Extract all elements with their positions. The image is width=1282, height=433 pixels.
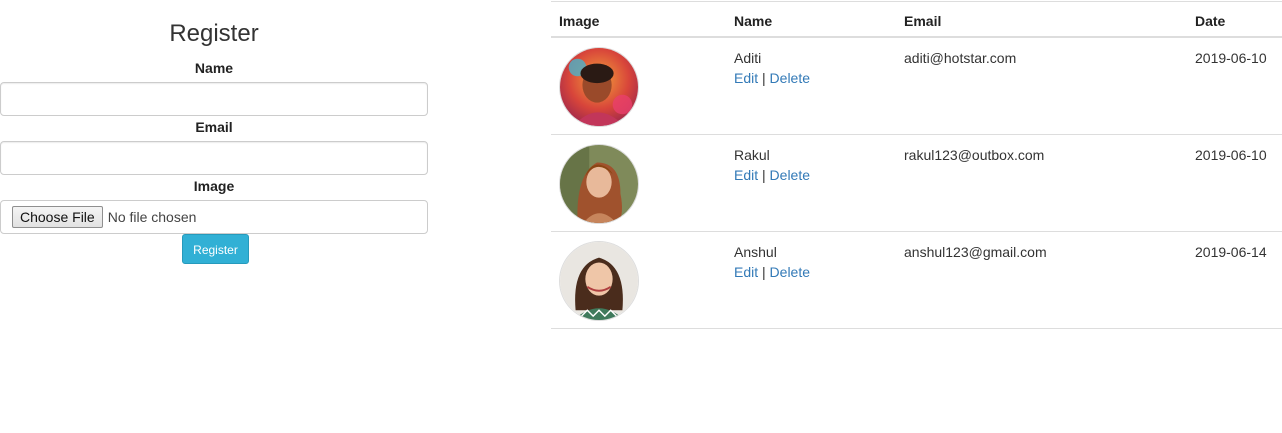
user-date: 2019-06-10 (1195, 50, 1267, 66)
avatar (559, 47, 639, 127)
avatar (559, 144, 639, 224)
header-name: Name (734, 13, 773, 29)
email-label: Email (195, 119, 233, 135)
user-photo-icon (560, 242, 638, 320)
image-file-input[interactable]: Choose File No file chosen (0, 200, 428, 234)
action-separator: | (762, 167, 766, 183)
name-input[interactable] (0, 82, 428, 116)
user-email: anshul123@gmail.com (904, 244, 1047, 260)
user-photo-icon (560, 145, 638, 223)
delete-link[interactable]: Delete (770, 70, 810, 86)
table-row: Anshul Edit | Delete anshul123@gmail.com… (551, 232, 1282, 329)
table-header: Image Name Email Date (551, 1, 1282, 38)
delete-link[interactable]: Delete (770, 167, 810, 183)
file-status-text: No file chosen (107, 209, 197, 225)
form-title: Register (169, 20, 259, 47)
user-email: aditi@hotstar.com (904, 50, 1017, 66)
user-name: Anshul (734, 244, 777, 260)
user-date: 2019-06-10 (1195, 147, 1267, 163)
edit-link[interactable]: Edit (734, 264, 758, 280)
name-label: Name (194, 60, 234, 76)
register-button[interactable]: Register (182, 234, 249, 264)
table-row: Rakul Edit | Delete rakul123@outbox.com … (551, 135, 1282, 232)
row-actions: Edit | Delete (734, 165, 810, 185)
edit-link[interactable]: Edit (734, 167, 758, 183)
action-separator: | (762, 70, 766, 86)
user-email: rakul123@outbox.com (904, 147, 1045, 163)
delete-link[interactable]: Delete (770, 264, 810, 280)
header-date: Date (1195, 13, 1226, 29)
user-name: Rakul (734, 147, 770, 163)
row-actions: Edit | Delete (734, 68, 810, 88)
user-date: 2019-06-14 (1195, 244, 1267, 260)
email-input[interactable] (0, 141, 428, 175)
avatar (559, 241, 639, 321)
edit-link[interactable]: Edit (734, 70, 758, 86)
row-actions: Edit | Delete (734, 262, 810, 282)
user-photo-icon (560, 48, 638, 126)
table-row: Aditi Edit | Delete aditi@hotstar.com 20… (551, 38, 1282, 135)
choose-file-button[interactable]: Choose File (12, 206, 103, 228)
image-label: Image (193, 178, 235, 194)
header-email: Email (904, 13, 942, 29)
user-name: Aditi (734, 50, 762, 66)
header-image: Image (559, 13, 600, 29)
action-separator: | (762, 264, 766, 280)
